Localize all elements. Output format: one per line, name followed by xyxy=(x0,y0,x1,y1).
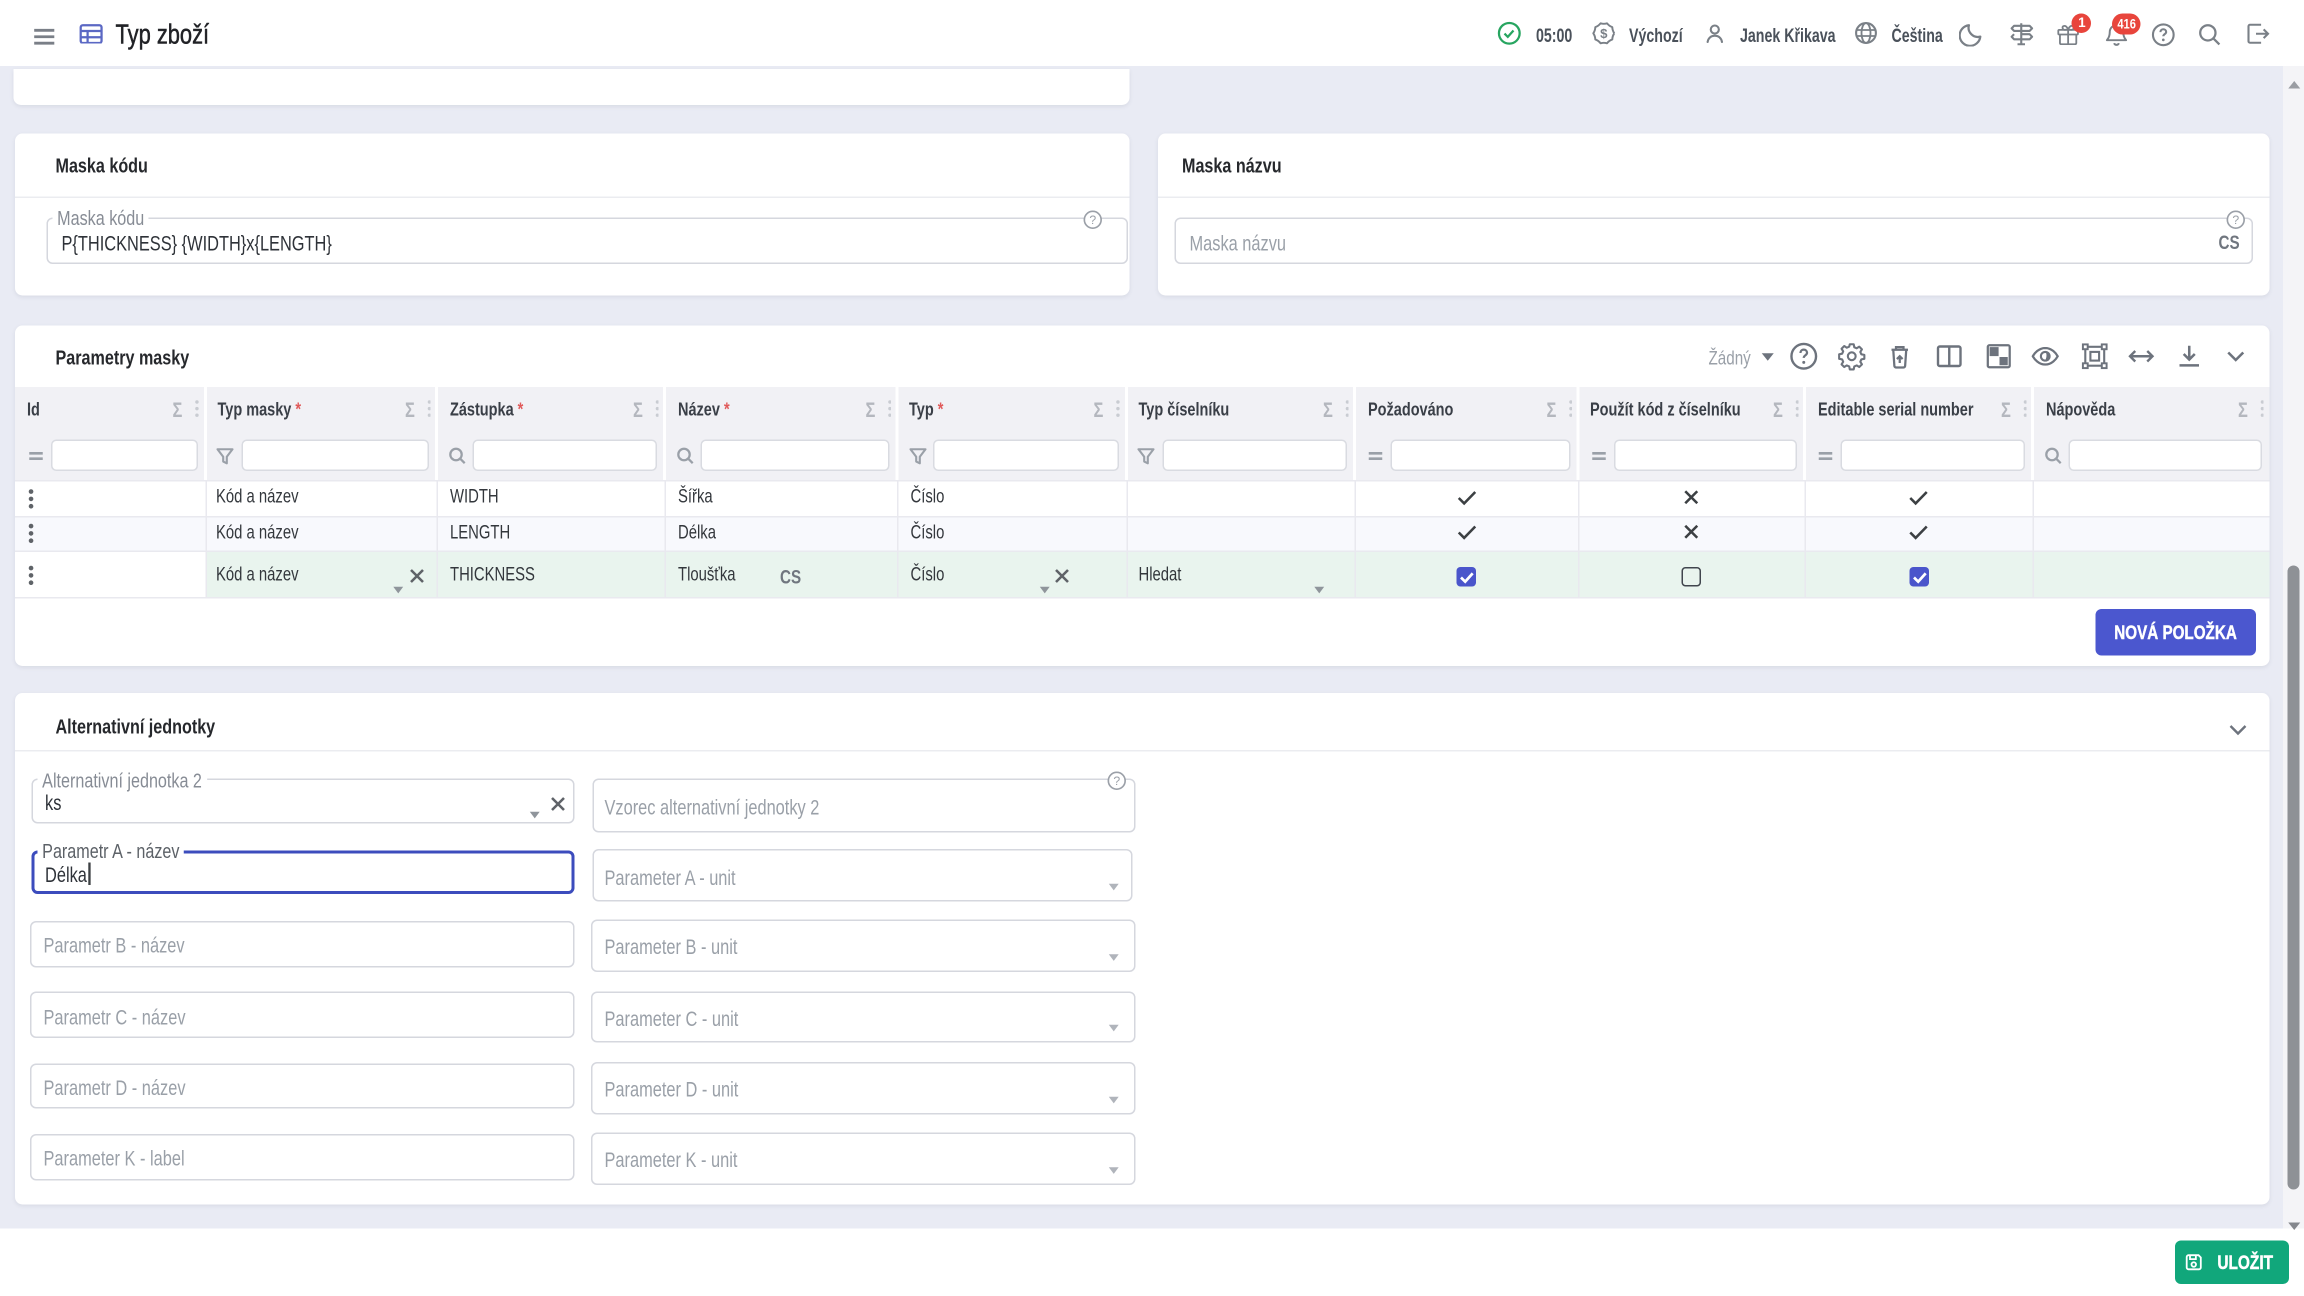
svg-text:?: ? xyxy=(2233,213,2240,227)
svg-text:?: ? xyxy=(1089,213,1096,227)
svg-text:?: ? xyxy=(1114,773,1121,787)
svg-text:$: $ xyxy=(1600,26,1608,41)
